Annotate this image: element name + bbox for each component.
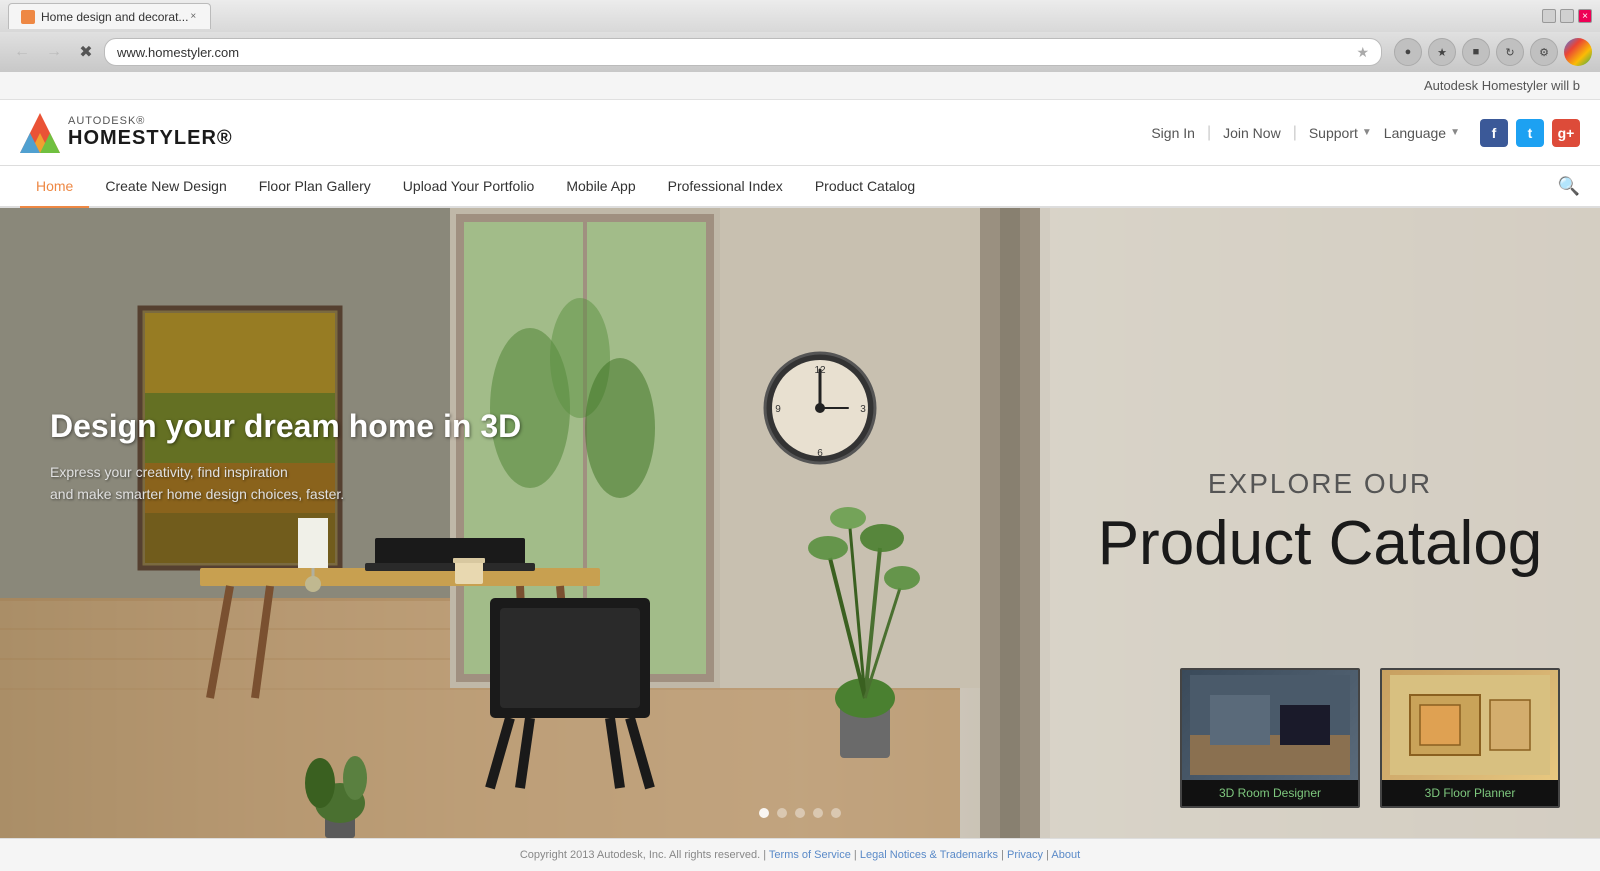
room-designer-card[interactable]: 3D Room Designer	[1180, 668, 1360, 808]
signin-link[interactable]: Sign In	[1151, 125, 1195, 141]
close-button[interactable]: ×	[1578, 9, 1592, 23]
svg-text:9: 9	[775, 404, 781, 415]
bookmark-manager-icon[interactable]: ★	[1428, 38, 1456, 66]
svg-text:3: 3	[860, 404, 866, 415]
social-icons: f t g+	[1480, 119, 1580, 147]
nav-item-portfolio[interactable]: Upload Your Portfolio	[387, 166, 551, 208]
chrome-icon[interactable]	[1564, 38, 1592, 66]
catalog-title: Product Catalog	[1098, 510, 1543, 578]
browser-titlebar: Home design and decorat... × ×	[0, 0, 1600, 32]
browser-chrome: Home design and decorat... × × ← → ✖ www…	[0, 0, 1600, 72]
footer-privacy-link[interactable]: Privacy	[1007, 849, 1043, 861]
address-bar[interactable]: www.homestyler.com ★	[104, 38, 1382, 66]
browser-controls: ← → ✖ www.homestyler.com ★ ● ★ ■ ↻ ⚙	[0, 32, 1600, 72]
explore-label: EXPLORE OUR	[1208, 468, 1432, 500]
url-text: www.homestyler.com	[117, 45, 1348, 60]
svg-text:12: 12	[814, 365, 826, 376]
user-icon[interactable]: ●	[1394, 38, 1422, 66]
language-button[interactable]: Language ▼	[1384, 125, 1460, 141]
nav-item-create[interactable]: Create New Design	[89, 166, 242, 208]
slider-dot-5[interactable]	[831, 808, 841, 818]
joinnow-link[interactable]: Join Now	[1223, 125, 1281, 141]
autodesk-label: AUTODESK®	[68, 115, 233, 127]
header-right: Sign In | Join Now | Support ▼ Language …	[1151, 119, 1580, 147]
hero-subtext-1: Express your creativity, find inspiratio…	[50, 461, 521, 483]
floor-planner-card[interactable]: 3D Floor Planner	[1380, 668, 1560, 808]
autodesk-logo-icon	[20, 113, 60, 153]
thumbnail-cards: 3D Room Designer 3D Floor Planner	[1180, 668, 1560, 808]
twitter-icon[interactable]: t	[1516, 119, 1544, 147]
nav-item-home[interactable]: Home	[20, 166, 89, 208]
tab-close-button[interactable]: ×	[188, 11, 198, 22]
bookmark-icon[interactable]: ★	[1356, 44, 1369, 61]
site-header: AUTODESK® HOMESTYLER® Sign In | Join Now…	[0, 100, 1600, 166]
back-button[interactable]: ←	[8, 38, 36, 66]
footer-about-link[interactable]: About	[1051, 849, 1080, 861]
browser-icons: ● ★ ■ ↻ ⚙	[1394, 38, 1592, 66]
forward-button[interactable]: →	[40, 38, 68, 66]
logo-text: AUTODESK® HOMESTYLER®	[68, 115, 233, 150]
floor-planner-label: 3D Floor Planner	[1382, 780, 1558, 806]
hero-subtext-2: and make smarter home design choices, fa…	[50, 483, 521, 505]
minimize-button[interactable]	[1542, 9, 1556, 23]
support-button[interactable]: Support ▼	[1309, 125, 1372, 141]
reload-button[interactable]: ✖	[72, 38, 100, 66]
slider-dots	[759, 808, 841, 818]
announcement-text: Autodesk Homestyler will b	[1424, 78, 1580, 93]
slider-dot-2[interactable]	[777, 808, 787, 818]
language-dropdown-arrow: ▼	[1450, 127, 1460, 138]
nav-item-catalog[interactable]: Product Catalog	[799, 166, 931, 208]
floor-planner-preview	[1382, 670, 1558, 780]
facebook-icon[interactable]: f	[1480, 119, 1508, 147]
svg-text:6: 6	[817, 448, 823, 459]
logo-area: AUTODESK® HOMESTYLER®	[20, 113, 233, 153]
slider-dot-4[interactable]	[813, 808, 823, 818]
site-wrapper: Autodesk Homestyler will b AUTODESK® HOM…	[0, 72, 1600, 871]
googleplus-icon[interactable]: g+	[1552, 119, 1580, 147]
brand-label: HOMESTYLER®	[68, 127, 233, 150]
announcement-bar: Autodesk Homestyler will b	[0, 72, 1600, 100]
header-sep-2: |	[1293, 124, 1297, 142]
extensions-icon[interactable]: ■	[1462, 38, 1490, 66]
nav-item-floorplan[interactable]: Floor Plan Gallery	[243, 166, 387, 208]
room-designer-label: 3D Room Designer	[1182, 780, 1358, 806]
room-designer-preview	[1182, 670, 1358, 780]
browser-tab[interactable]: Home design and decorat... ×	[8, 3, 211, 29]
support-dropdown-arrow: ▼	[1362, 127, 1372, 138]
maximize-button[interactable]	[1560, 9, 1574, 23]
footer-legal-link[interactable]: Legal Notices & Trademarks	[860, 849, 998, 861]
footer-terms-link[interactable]: Terms of Service	[769, 849, 851, 861]
site-nav: Home Create New Design Floor Plan Galler…	[0, 166, 1600, 208]
hero-section: 12 3 6 9	[0, 208, 1600, 838]
header-sep-1: |	[1207, 124, 1211, 142]
history-icon[interactable]: ↻	[1496, 38, 1524, 66]
tab-favicon	[21, 10, 35, 24]
language-label: Language	[1384, 125, 1446, 141]
hero-text-overlay: Design your dream home in 3D Express you…	[50, 408, 521, 506]
slider-dot-3[interactable]	[795, 808, 805, 818]
site-footer: Copyright 2013 Autodesk, Inc. All rights…	[0, 838, 1600, 871]
footer-copyright: Copyright 2013 Autodesk, Inc. All rights…	[520, 849, 760, 861]
hero-headline: Design your dream home in 3D	[50, 408, 521, 445]
tab-title: Home design and decorat...	[41, 10, 188, 24]
search-icon[interactable]: 🔍	[1558, 176, 1580, 197]
slider-dot-1[interactable]	[759, 808, 769, 818]
nav-item-mobile[interactable]: Mobile App	[550, 166, 651, 208]
settings-icon[interactable]: ⚙	[1530, 38, 1558, 66]
nav-item-professional[interactable]: Professional Index	[652, 166, 799, 208]
support-label: Support	[1309, 125, 1358, 141]
